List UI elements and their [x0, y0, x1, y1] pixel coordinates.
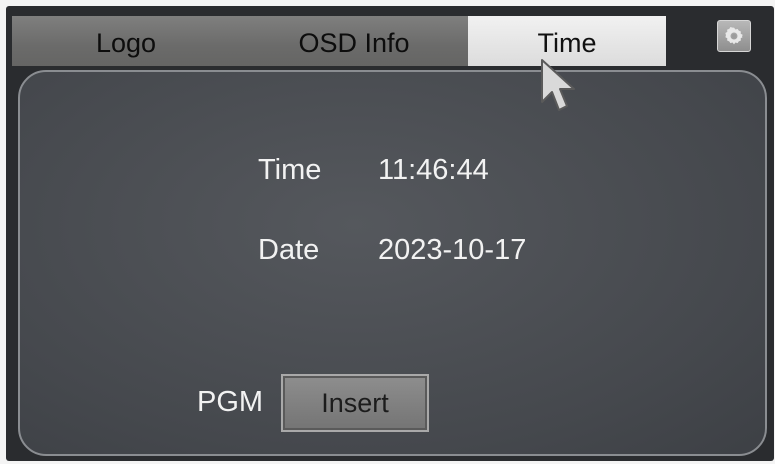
time-value: 11:46:44: [378, 154, 489, 186]
pgm-label: PGM: [197, 386, 264, 418]
date-value: 2023-10-17: [378, 234, 527, 266]
time-label: Time: [258, 154, 322, 186]
tab-osd-info[interactable]: OSD Info: [240, 16, 468, 66]
insert-button[interactable]: Insert: [281, 374, 429, 432]
date-label: Date: [258, 234, 320, 266]
time-settings-panel: Time 11:46:44 Date 2023-10-17 PGM Insert: [18, 70, 767, 456]
settings-button[interactable]: [717, 20, 751, 52]
osd-settings-window: Logo OSD Info Time Time 11:46:44 Date 20…: [6, 6, 774, 461]
mouse-cursor-icon: [541, 59, 575, 111]
tab-logo[interactable]: Logo: [12, 16, 240, 66]
gear-icon: [725, 27, 743, 45]
